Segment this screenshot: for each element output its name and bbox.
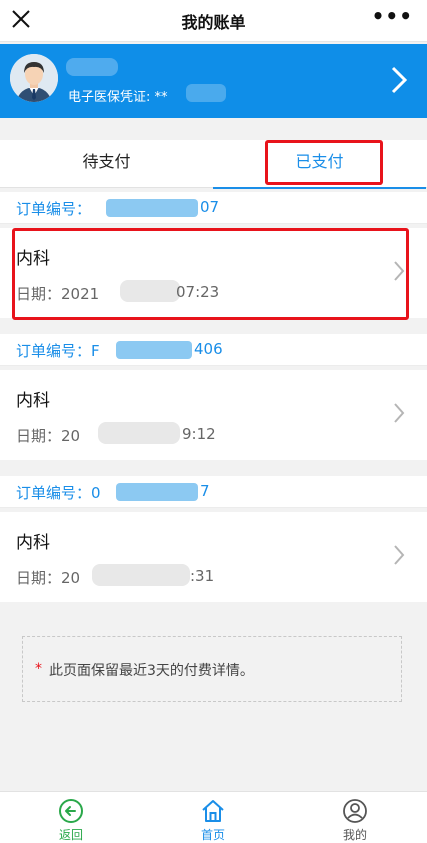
masked-date <box>98 422 180 444</box>
back-icon <box>59 799 83 823</box>
profile-icon <box>343 799 367 823</box>
order-number-suffix: 7 <box>200 482 210 500</box>
order-item[interactable]: 内科 日期：2021 07:23 <box>0 228 427 318</box>
nav-home-label: 首页 <box>200 828 225 842</box>
order-item[interactable]: 内科 日期：20 9:12 <box>0 370 427 460</box>
department: 内科 <box>16 391 50 411</box>
tab-paid[interactable]: 已支付 <box>213 140 426 189</box>
masked-order-number <box>116 341 192 359</box>
chevron-right-icon[interactable] <box>393 544 405 566</box>
user-banner[interactable]: 电子医保凭证: ** <box>0 44 427 118</box>
order-number-label: 订单编号：F <box>16 342 100 360</box>
chevron-right-icon[interactable] <box>393 260 405 282</box>
nav-back-label: 返回 <box>58 828 83 842</box>
masked-credential <box>186 84 226 102</box>
nav-back[interactable]: 返回 <box>0 792 142 843</box>
notice-text: 此页面保留最近3天的付费详情。 <box>49 663 254 679</box>
order-number-row: 订单编号： 07 <box>0 192 427 224</box>
order-number-label: 订单编号：0 <box>16 484 101 502</box>
avatar <box>10 54 58 102</box>
top-bar: 我的账单 ••• <box>0 0 427 42</box>
chevron-right-icon[interactable] <box>389 64 409 96</box>
chevron-right-icon[interactable] <box>393 402 405 424</box>
masked-order-number <box>106 199 198 217</box>
credential-label: 电子医保凭证: ** <box>68 90 168 105</box>
masked-date <box>92 564 190 586</box>
notice-asterisk: * <box>35 661 42 677</box>
order-number-suffix: 07 <box>200 198 220 216</box>
tab-bar: 待支付 已支付 <box>0 140 427 189</box>
masked-order-number <box>116 483 198 501</box>
masked-name <box>66 58 118 76</box>
more-icon[interactable]: ••• <box>372 4 413 28</box>
order-number-label: 订单编号： <box>16 200 92 218</box>
order-date: 日期：2021 <box>16 285 100 303</box>
order-number-suffix: 406 <box>194 340 223 358</box>
tab-underline <box>213 187 426 189</box>
home-icon <box>202 800 224 822</box>
order-item[interactable]: 内科 日期：20 :31 <box>0 512 427 602</box>
order-date: 日期：20 <box>16 569 81 587</box>
masked-date <box>120 280 180 302</box>
nav-home[interactable]: 首页 <box>142 792 284 843</box>
nav-mine-label: 我的 <box>342 828 367 842</box>
order-number-row: 订单编号：0 7 <box>0 476 427 508</box>
page-title: 我的账单 <box>181 13 246 32</box>
order-time: 07:23 <box>176 283 220 301</box>
order-number-row: 订单编号：F 406 <box>0 334 427 366</box>
department: 内科 <box>16 533 50 553</box>
department: 内科 <box>16 249 50 269</box>
order-time: 9:12 <box>182 425 216 443</box>
order-date: 日期：20 <box>16 427 81 445</box>
order-time: :31 <box>190 567 215 585</box>
tab-paid-label: 已支付 <box>295 152 344 171</box>
tab-pending[interactable]: 待支付 <box>0 140 213 188</box>
nav-mine[interactable]: 我的 <box>284 792 426 843</box>
retention-notice: * 此页面保留最近3天的付费详情。 <box>22 636 402 702</box>
bottom-nav: 返回 首页 我的 <box>0 791 427 843</box>
